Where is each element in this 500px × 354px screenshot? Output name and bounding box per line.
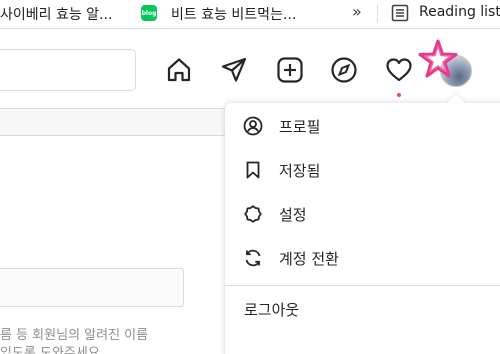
logout-label: 로그아웃	[244, 301, 300, 319]
help-text: 름 등 회원님의 알려진 이름	[0, 328, 149, 343]
name-field[interactable]	[0, 268, 184, 307]
bookmarks-separator	[377, 5, 378, 22]
reading-list-label[interactable]: Reading list	[419, 4, 500, 20]
home-icon[interactable]	[165, 56, 193, 84]
naver-blog-icon: blog	[141, 5, 157, 21]
notification-dot	[397, 93, 401, 97]
direct-message-icon[interactable]	[220, 56, 248, 84]
help-text: 있도록 도와주세요.	[0, 346, 104, 354]
bookmark-item[interactable]: 사이베리 효능 알...	[0, 4, 112, 24]
settings-icon	[243, 204, 263, 224]
menu-item-label: 계정 전환	[279, 249, 339, 268]
logout-button[interactable]: 로그아웃	[225, 287, 500, 331]
reading-list-icon[interactable]	[391, 4, 409, 22]
switch-account-icon	[243, 248, 263, 268]
bookmarks-overflow-button[interactable]: »	[352, 2, 362, 21]
profile-icon	[243, 116, 263, 136]
search-input[interactable]	[0, 49, 136, 91]
menu-item-profile[interactable]: 프로필	[225, 104, 500, 148]
menu-item-switch-account[interactable]: 계정 전환	[225, 236, 500, 280]
new-post-icon[interactable]	[276, 56, 304, 84]
menu-item-label: 프로필	[279, 117, 321, 136]
bookmark-item[interactable]: 비트 효능 비트먹는...	[171, 4, 296, 24]
menu-item-label: 설정	[279, 205, 307, 224]
menu-item-label: 저장됨	[279, 161, 321, 180]
explore-icon[interactable]	[330, 56, 358, 84]
star-sticker-icon	[416, 38, 460, 82]
browser-divider	[0, 28, 500, 29]
menu-item-saved[interactable]: 저장됨	[225, 148, 500, 192]
menu-item-settings[interactable]: 설정	[225, 192, 500, 236]
menu-divider	[225, 285, 500, 286]
content-band	[0, 109, 228, 136]
bookmarks-bar: 사이베리 효능 알... blog 비트 효능 비트먹는... » Readin…	[0, 0, 500, 28]
bookmark-icon	[243, 160, 263, 180]
activity-heart-icon[interactable]	[385, 56, 413, 84]
